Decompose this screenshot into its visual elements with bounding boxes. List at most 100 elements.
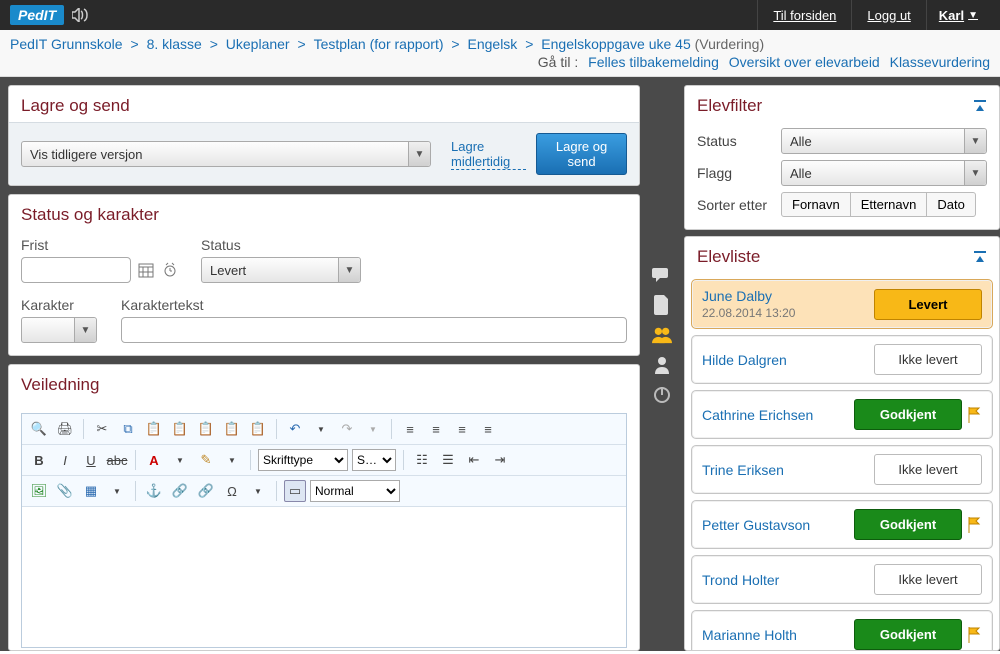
frist-input[interactable]: [21, 257, 131, 283]
status-select[interactable]: Levert ▼: [201, 257, 361, 283]
breadcrumb-separator: >: [521, 36, 537, 52]
font-family-select[interactable]: Skrifttype: [258, 449, 348, 471]
breadcrumb-link[interactable]: Engelskoppgave uke 45: [541, 36, 690, 52]
chevron-down-icon: ▼: [964, 129, 986, 153]
save-temp-link[interactable]: Lagre midlertidig: [451, 139, 526, 170]
collapse-icon[interactable]: [973, 99, 987, 113]
undo-icon[interactable]: ↶: [284, 418, 306, 440]
paste-word-icon[interactable]: 📋: [195, 418, 217, 440]
student-card[interactable]: Trond HolterIkke levert: [691, 555, 993, 604]
link-logout[interactable]: Logg ut: [851, 0, 925, 30]
document-icon[interactable]: [652, 295, 672, 315]
highlight-dropdown-icon[interactable]: ▼: [221, 449, 243, 471]
student-name: June Dalby: [702, 288, 874, 304]
font-color-icon[interactable]: A: [143, 449, 165, 471]
strikethrough-icon[interactable]: abc: [106, 449, 128, 471]
redo-icon[interactable]: ↷: [336, 418, 358, 440]
veiledning-panel: Veiledning 🔍 🖨 ✂ ⧉ 📋 📋 📋 📋 📋: [8, 364, 640, 651]
paste-text-icon[interactable]: 📋: [169, 418, 191, 440]
align-center-icon[interactable]: ≡: [425, 418, 447, 440]
status-panel: Status og karakter Frist: [8, 194, 640, 356]
breadcrumb-link[interactable]: Testplan (for rapport): [314, 36, 444, 52]
student-card[interactable]: Hilde DalgrenIkke levert: [691, 335, 993, 384]
person-icon[interactable]: [652, 355, 672, 375]
link-icon[interactable]: 🔗: [169, 480, 191, 502]
bold-icon[interactable]: B: [28, 449, 50, 471]
editor-canvas[interactable]: [22, 507, 626, 647]
flag-icon[interactable]: [968, 517, 982, 533]
sound-icon[interactable]: [72, 8, 90, 22]
find-icon[interactable]: 🔍: [28, 418, 50, 440]
link-home[interactable]: Til forsiden: [757, 0, 851, 30]
version-select[interactable]: Vis tidligere versjon ▼: [21, 141, 431, 167]
sort-button[interactable]: Dato: [926, 192, 975, 217]
student-card[interactable]: Cathrine ErichsenGodkjent: [691, 390, 993, 439]
format-select[interactable]: Normal: [310, 480, 400, 502]
redo-dropdown-icon[interactable]: ▼: [362, 418, 384, 440]
student-card[interactable]: Petter GustavsonGodkjent: [691, 500, 993, 549]
font-size-select[interactable]: S…: [352, 449, 396, 471]
side-toolbar: [648, 85, 676, 651]
goto-link[interactable]: Klassevurdering: [890, 54, 990, 70]
sort-button[interactable]: Fornavn: [781, 192, 851, 217]
filter-title: Elevfilter: [697, 96, 762, 116]
align-left-icon[interactable]: ≡: [399, 418, 421, 440]
table-dropdown-icon[interactable]: ▼: [106, 480, 128, 502]
cut-icon[interactable]: ✂: [91, 418, 113, 440]
anchor-icon[interactable]: ⚓: [143, 480, 165, 502]
sort-button[interactable]: Etternavn: [850, 192, 928, 217]
flag-icon[interactable]: [968, 407, 982, 423]
sort-label: Sorter etter: [697, 197, 781, 213]
undo-dropdown-icon[interactable]: ▼: [310, 418, 332, 440]
table-icon[interactable]: ▦: [80, 480, 102, 502]
unordered-list-icon[interactable]: ☰: [437, 449, 459, 471]
font-color-dropdown-icon[interactable]: ▼: [169, 449, 191, 471]
align-right-icon[interactable]: ≡: [451, 418, 473, 440]
karakter-select[interactable]: ▼: [21, 317, 97, 343]
paste-icon[interactable]: 📋: [143, 418, 165, 440]
image-icon[interactable]: 🖼: [28, 480, 50, 502]
chat-icon[interactable]: [652, 265, 672, 285]
filter-status-value: Alle: [790, 134, 812, 149]
student-list: June Dalby22.08.2014 13:20Levert Hilde Da…: [685, 273, 999, 650]
highlight-icon[interactable]: ✎: [195, 449, 217, 471]
paste-plain-icon[interactable]: 📋: [247, 418, 269, 440]
user-menu[interactable]: Karl ▼: [926, 0, 990, 30]
save-send-button[interactable]: Lagre og send: [536, 133, 627, 175]
outdent-icon[interactable]: ⇤: [463, 449, 485, 471]
underline-icon[interactable]: U: [80, 449, 102, 471]
align-justify-icon[interactable]: ≡: [477, 418, 499, 440]
breadcrumb-link[interactable]: PedIT Grunnskole: [10, 36, 123, 52]
filter-status-select[interactable]: Alle ▼: [781, 128, 987, 154]
goto-link[interactable]: Oversikt over elevarbeid: [729, 54, 880, 70]
power-icon[interactable]: [652, 385, 672, 405]
flag-icon[interactable]: [968, 627, 982, 643]
filter-flagg-select[interactable]: Alle ▼: [781, 160, 987, 186]
italic-icon[interactable]: I: [54, 449, 76, 471]
group-icon[interactable]: [652, 325, 672, 345]
print-icon[interactable]: 🖨: [54, 418, 76, 440]
student-card[interactable]: Marianne HolthGodkjent: [691, 610, 993, 650]
karakter-label: Karakter: [21, 297, 121, 313]
student-name: Trond Holter: [702, 572, 874, 588]
copy-icon[interactable]: ⧉: [117, 418, 139, 440]
layout-icon[interactable]: ▭: [284, 480, 306, 502]
student-card[interactable]: Trine EriksenIkke levert: [691, 445, 993, 494]
collapse-icon[interactable]: [973, 250, 987, 264]
breadcrumb-link[interactable]: 8. klasse: [147, 36, 202, 52]
paste-html-icon[interactable]: 📋: [221, 418, 243, 440]
goto-link[interactable]: Felles tilbakemelding: [588, 54, 719, 70]
indent-icon[interactable]: ⇥: [489, 449, 511, 471]
breadcrumb-link[interactable]: Engelsk: [468, 36, 518, 52]
symbol-dropdown-icon[interactable]: ▼: [247, 480, 269, 502]
student-card[interactable]: June Dalby22.08.2014 13:20Levert: [691, 279, 993, 329]
clock-icon[interactable]: [161, 261, 179, 279]
karaktertekst-input[interactable]: [121, 317, 627, 343]
logo[interactable]: PedIT: [10, 5, 64, 25]
unlink-icon[interactable]: 🔗: [195, 480, 217, 502]
ordered-list-icon[interactable]: ☷: [411, 449, 433, 471]
breadcrumb-link[interactable]: Ukeplaner: [226, 36, 290, 52]
symbol-icon[interactable]: Ω: [221, 480, 243, 502]
attachment-icon[interactable]: 📎: [54, 480, 76, 502]
calendar-icon[interactable]: [137, 261, 155, 279]
